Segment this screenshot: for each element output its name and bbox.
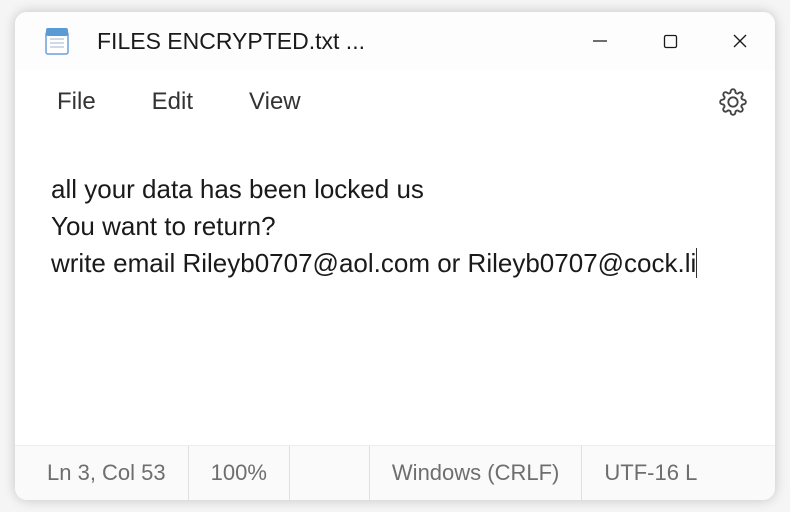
maximize-button[interactable]: [635, 12, 705, 70]
window-controls: [565, 12, 775, 70]
status-zoom[interactable]: 100%: [189, 446, 290, 500]
close-button[interactable]: [705, 12, 775, 70]
menu-file[interactable]: File: [33, 80, 120, 124]
minimize-icon: [592, 33, 608, 49]
minimize-button[interactable]: [565, 12, 635, 70]
menu-view[interactable]: View: [225, 80, 325, 124]
maximize-icon: [663, 34, 678, 49]
document-text: all your data has been locked us You wan…: [51, 174, 696, 278]
gear-icon: [719, 88, 747, 116]
notepad-icon: [41, 25, 73, 57]
status-encoding[interactable]: UTF-16 L: [582, 446, 719, 500]
text-editor[interactable]: all your data has been locked us You wan…: [15, 134, 775, 445]
settings-button[interactable]: [709, 78, 757, 126]
status-line-ending[interactable]: Windows (CRLF): [370, 446, 582, 500]
text-caret: [696, 248, 697, 278]
status-position[interactable]: Ln 3, Col 53: [15, 446, 189, 500]
menubar: File Edit View: [15, 70, 775, 134]
titlebar: FILES ENCRYPTED.txt ...: [15, 12, 775, 70]
status-spacer: [290, 446, 370, 500]
close-icon: [732, 33, 748, 49]
menu-edit[interactable]: Edit: [128, 80, 217, 124]
statusbar: Ln 3, Col 53 100% Windows (CRLF) UTF-16 …: [15, 445, 775, 500]
notepad-window: FILES ENCRYPTED.txt ... File Edit: [15, 12, 775, 500]
window-title: FILES ENCRYPTED.txt ...: [97, 28, 565, 55]
